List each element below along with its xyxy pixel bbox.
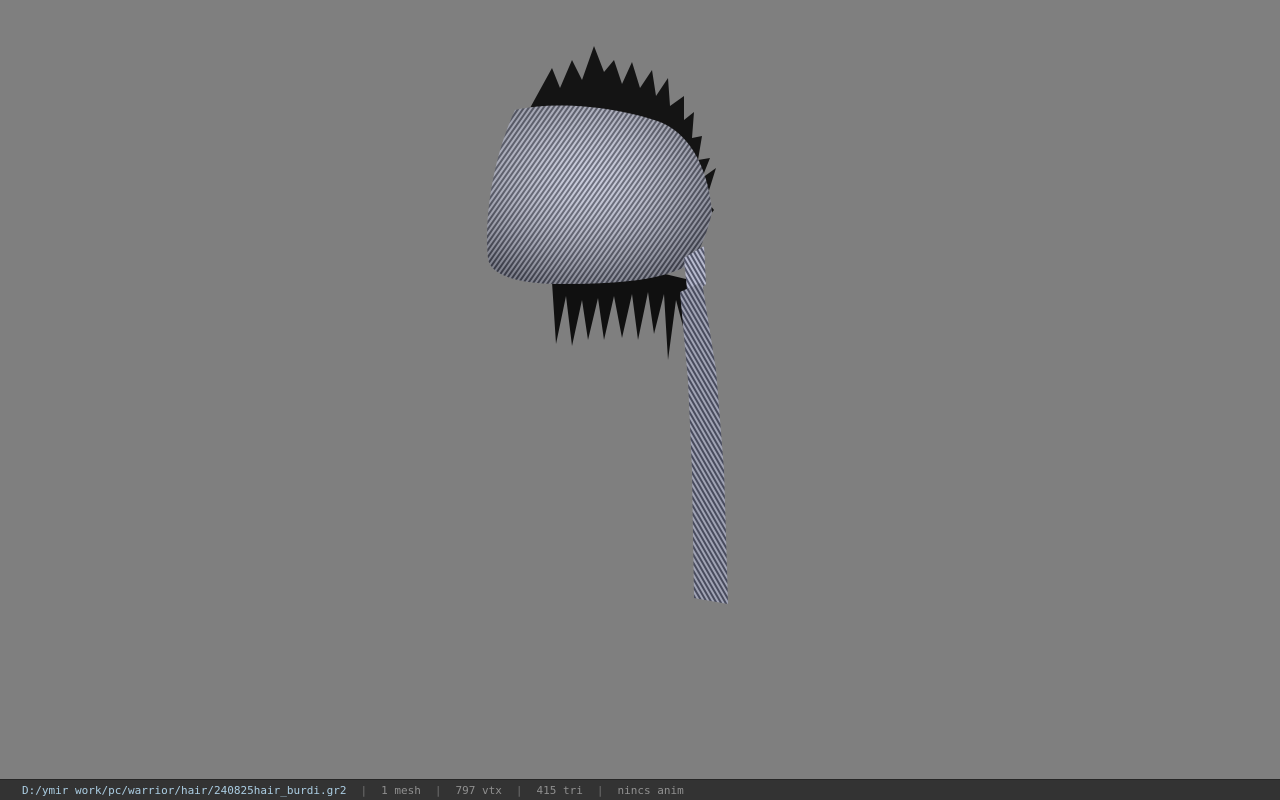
status-bar: D:/ymir work/pc/warrior/hair/240825hair_… [0, 779, 1280, 800]
3d-viewport[interactable] [0, 0, 1280, 779]
separator: | [515, 783, 523, 797]
file-path-text: D:/ymir work/pc/warrior/hair/240825hair_… [22, 783, 347, 797]
triangle-count-text: 415 tri [536, 783, 583, 797]
vertex-count-text: 797 vtx [455, 783, 502, 797]
separator: | [360, 783, 368, 797]
animation-status-text: nincs anim [617, 783, 684, 797]
separator: | [596, 783, 604, 797]
mesh-count-text: 1 mesh [381, 783, 421, 797]
hair-model-render[interactable] [0, 0, 1280, 779]
separator: | [434, 783, 442, 797]
